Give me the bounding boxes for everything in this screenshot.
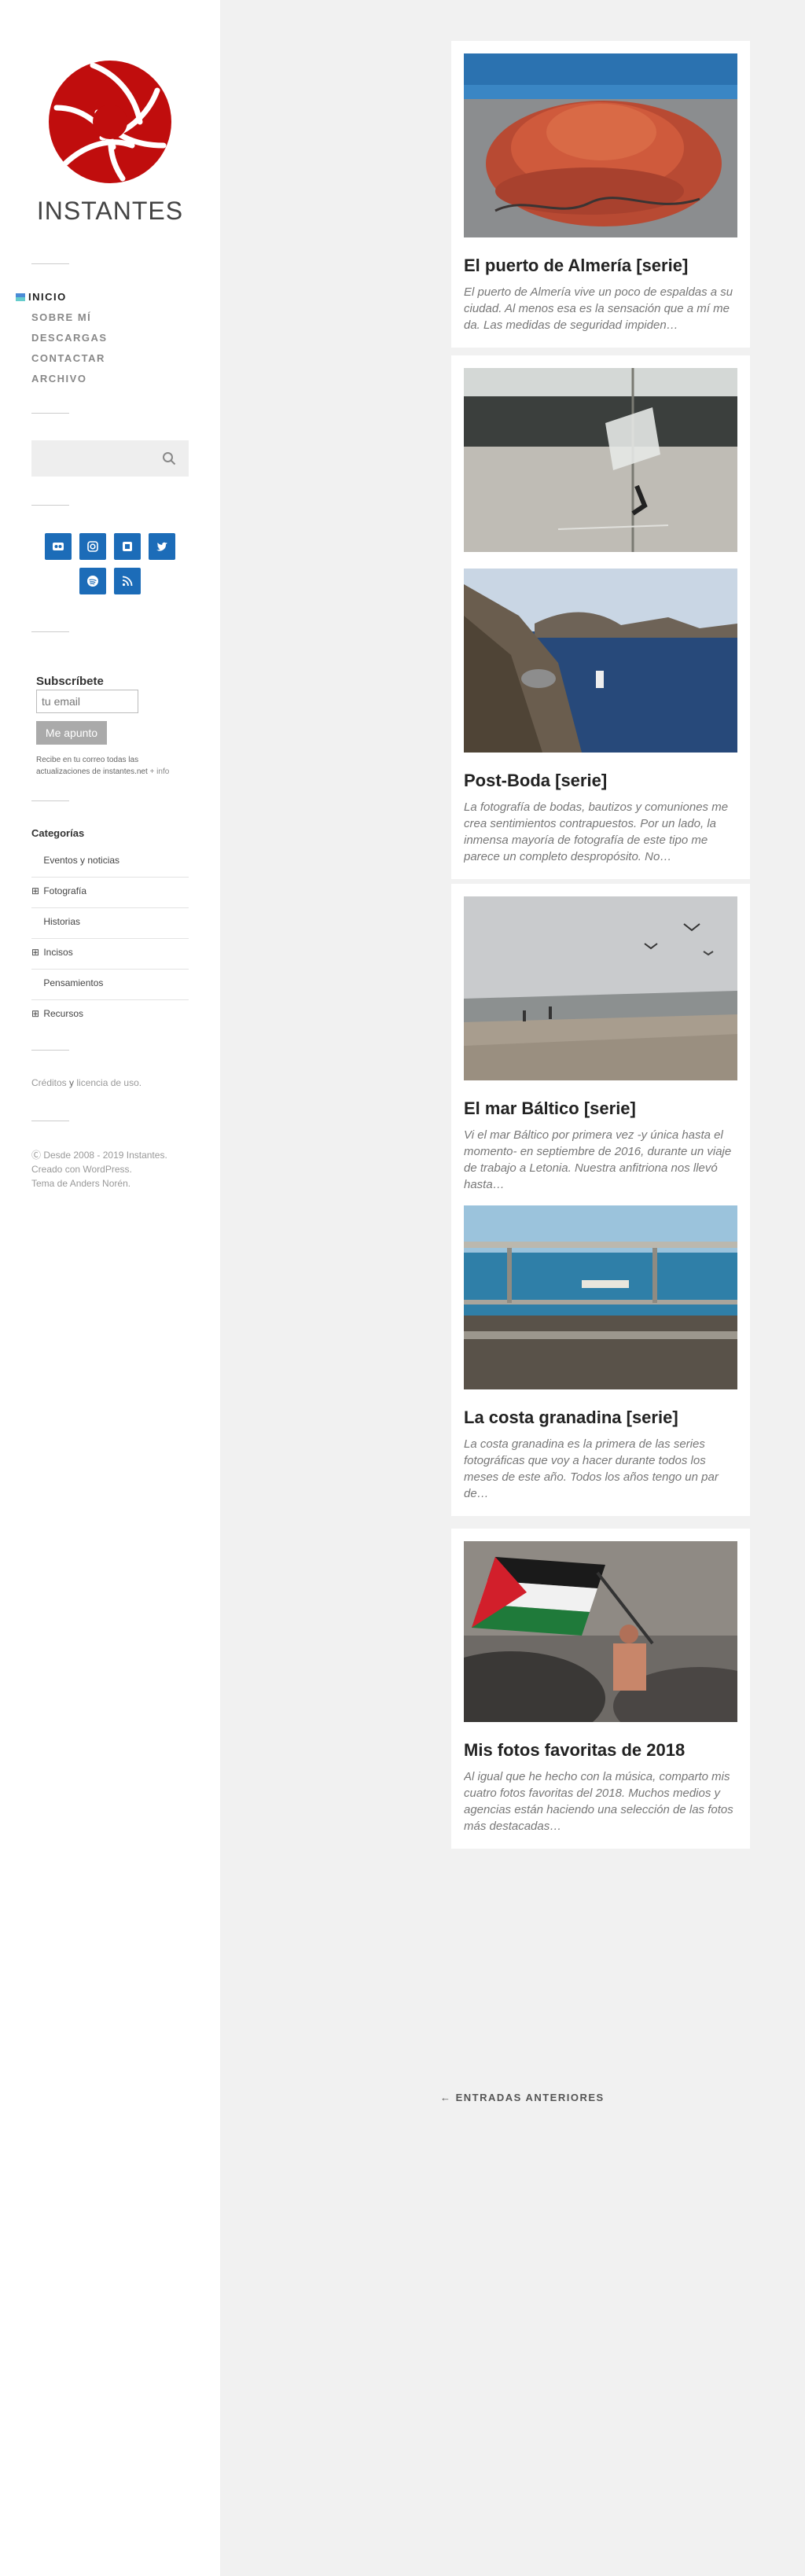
flickr-icon[interactable] [45,533,72,560]
post-title[interactable]: El mar Báltico [serie] [464,1097,737,1121]
expand-icon[interactable]: ⊞ [31,1005,41,1022]
post-excerpt: El puerto de Almería vive un poco de esp… [464,285,733,332]
category-item[interactable]: ⊞ Fotografía [31,878,189,908]
flag-icon [16,293,25,301]
license-link[interactable]: licencia de uso [76,1077,138,1088]
category-item[interactable]: Pensamientos [31,970,189,1000]
site-title[interactable]: INSTANTES [0,197,220,226]
post-image[interactable] [464,896,737,1080]
post-excerpt: Al igual que he hecho con la música, com… [464,1770,733,1833]
category-item[interactable]: Eventos y noticias [31,847,189,878]
credits: Créditos y licencia de uso. [31,1077,142,1088]
spotify-icon[interactable] [79,568,106,594]
post-card: Post-Boda [serie] La fotografía de bodas… [451,355,750,879]
post-title[interactable]: Post-Boda [serie] [464,769,737,793]
px500-icon[interactable] [114,533,141,560]
post-image[interactable] [464,53,737,237]
post-excerpt: La costa granadina es la primera de las … [464,1437,719,1500]
subscribe-note: Recibe en tu correo todas las actualizac… [36,756,170,776]
expand-icon[interactable]: ⊞ [31,882,41,900]
rss-icon[interactable] [114,568,141,594]
nav-item-sobre-mi[interactable]: SOBRE MÍ [31,311,108,332]
sidebar: INSTANTES INICIO SOBRE MÍ DESCARGAS CONT… [0,0,220,2576]
copyright: Ⓒ Desde 2008 - 2019 Instantes. Creado co… [31,1150,167,1190]
search-box[interactable] [31,440,189,477]
theme-author-link[interactable]: Tema de Anders Norén. [31,1176,167,1190]
post-excerpt: La fotografía de bodas, bautizos y comun… [464,800,729,863]
main-nav: INICIO SOBRE MÍ DESCARGAS CONTACTAR ARCH… [16,291,108,393]
divider [31,631,69,632]
post-image[interactable] [464,368,737,552]
nav-item-contactar[interactable]: CONTACTAR [31,352,108,373]
nav-item-descargas[interactable]: DESCARGAS [31,332,108,352]
search-icon[interactable] [162,451,176,466]
twitter-icon[interactable] [149,533,175,560]
expand-icon[interactable]: ⊞ [31,944,41,961]
nav-item-archivo[interactable]: ARCHIVO [31,373,108,393]
divider [31,800,69,801]
categories-widget: Categorías Eventos y noticias ⊞ Fotograf… [31,827,189,1031]
credits-link[interactable]: Créditos [31,1077,67,1088]
post-title[interactable]: El puerto de Almería [serie] [464,254,737,278]
post-image[interactable] [417,1541,786,1746]
instagram-icon[interactable] [79,533,106,560]
logo-aperture-icon[interactable] [47,59,173,185]
post-excerpt: Vi el mar Báltico por primera vez -y úni… [464,1128,732,1191]
post-card: El puerto de Almería [serie] El puerto d… [451,41,750,348]
category-item[interactable]: Historias [31,908,189,939]
post-card: Mis fotos favoritas de 2018 Al igual que… [417,1529,786,1849]
divider [31,505,69,506]
subscribe-button[interactable]: Me apunto [36,721,107,745]
post-image[interactable] [464,1205,737,1389]
post-card: El mar Báltico [serie] Vi el mar Báltico… [451,884,750,1516]
social-links [31,533,189,602]
more-info-link[interactable]: + info [150,767,170,776]
email-field[interactable] [36,690,138,713]
category-item[interactable]: ⊞ Recursos [31,1000,189,1031]
wordpress-link[interactable]: Creado con WordPress. [31,1162,167,1176]
post-title[interactable]: Mis fotos favoritas de 2018 [464,1739,737,1762]
divider [31,263,69,264]
divider [31,413,69,414]
subscribe-heading: Subscríbete [36,675,104,688]
subscribe-widget: Subscríbete Me apunto Recibe en tu corre… [36,675,193,778]
nav-item-inicio[interactable]: INICIO [16,291,108,311]
post-image[interactable] [464,569,737,753]
divider [31,1050,69,1051]
older-posts-link[interactable]: ← ENTRADAS ANTERIORES [440,2092,605,2103]
categories-heading: Categorías [31,827,85,839]
post-title[interactable]: La costa granadina [serie] [464,1406,737,1430]
category-item[interactable]: ⊞ Incisos [31,939,189,970]
